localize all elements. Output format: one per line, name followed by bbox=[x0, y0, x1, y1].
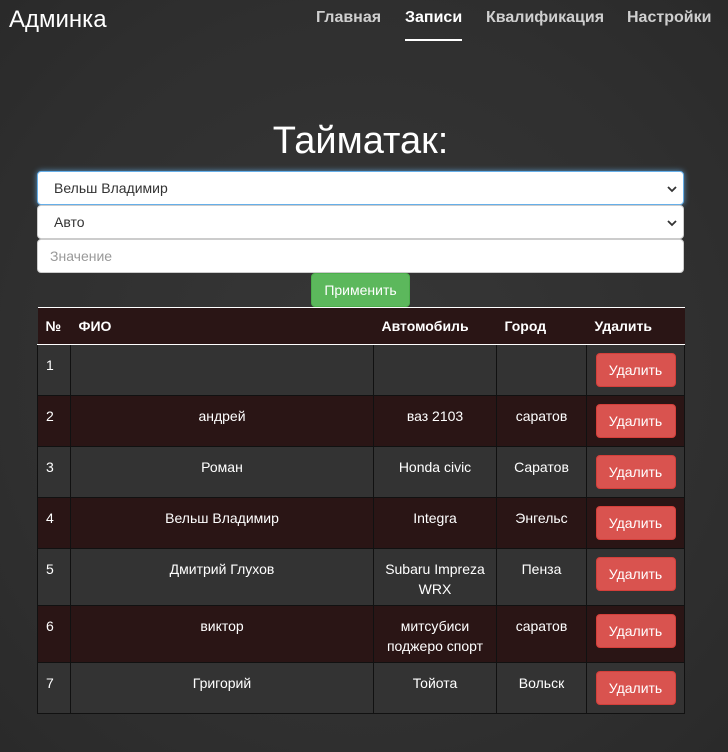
row-number: 1 bbox=[37, 344, 71, 396]
delete-button[interactable]: Удалить bbox=[595, 455, 676, 489]
row-city: Энгельс bbox=[496, 497, 587, 549]
value-input[interactable]: Значение bbox=[37, 239, 684, 273]
row-action-cell: Удалить bbox=[586, 446, 685, 498]
row-city bbox=[496, 344, 587, 396]
row-number: 3 bbox=[37, 446, 71, 498]
header-delete: Удалить bbox=[586, 307, 685, 345]
row-action-cell: Удалить bbox=[586, 605, 685, 663]
row-city: саратов bbox=[496, 605, 587, 663]
delete-button[interactable]: Удалить bbox=[595, 353, 676, 387]
chevron-down-icon bbox=[667, 220, 677, 227]
row-action-cell: Удалить bbox=[586, 662, 685, 714]
field-select[interactable]: Авто bbox=[37, 205, 684, 239]
nav-item-qualification[interactable]: Квалификация bbox=[486, 9, 604, 27]
row-action-cell: Удалить bbox=[586, 395, 685, 447]
apply-button[interactable]: Применить bbox=[311, 273, 410, 307]
row-action-cell: Удалить bbox=[586, 548, 685, 606]
delete-button[interactable]: Удалить bbox=[595, 557, 676, 591]
table-row: 2 андрей ваз 2103 саратов Удалить bbox=[37, 395, 685, 447]
pilot-select[interactable]: Вельш Владимир bbox=[37, 171, 684, 205]
row-city: саратов bbox=[496, 395, 587, 447]
row-name: виктор bbox=[70, 605, 374, 663]
row-city: Вольск bbox=[496, 662, 587, 714]
value-input-placeholder: Значение bbox=[50, 248, 113, 264]
delete-button[interactable]: Удалить bbox=[595, 671, 676, 705]
nav-item-settings[interactable]: Настройки bbox=[627, 9, 711, 27]
delete-button[interactable]: Удалить bbox=[595, 614, 676, 648]
row-car: Тойота bbox=[373, 662, 497, 714]
row-name bbox=[70, 344, 374, 396]
row-number: 5 bbox=[37, 548, 71, 606]
table-row: 7 Григорий Тойота Вольск Удалить bbox=[37, 662, 685, 714]
row-name: Григорий bbox=[70, 662, 374, 714]
header-name: ФИО bbox=[70, 307, 374, 345]
row-action-cell: Удалить bbox=[586, 344, 685, 396]
row-city: Саратов bbox=[496, 446, 587, 498]
row-action-cell: Удалить bbox=[586, 497, 685, 549]
row-city: Пенза bbox=[496, 548, 587, 606]
table-header-row: № ФИО Автомобиль Город Удалить bbox=[37, 307, 685, 345]
chevron-down-icon bbox=[667, 186, 677, 193]
row-car: Integra bbox=[373, 497, 497, 549]
delete-button[interactable]: Удалить bbox=[595, 506, 676, 540]
row-name: Роман bbox=[70, 446, 374, 498]
page-title: Тайматак: bbox=[272, 120, 449, 162]
row-number: 4 bbox=[37, 497, 71, 549]
row-car: митсубиси поджеро спорт bbox=[373, 605, 497, 663]
pilot-select-value: Вельш Владимир bbox=[54, 180, 168, 196]
row-number: 7 bbox=[37, 662, 71, 714]
row-name: Вельш Владимир bbox=[70, 497, 374, 549]
row-name: Дмитрий Глухов bbox=[70, 548, 374, 606]
header-number: № bbox=[37, 307, 71, 345]
row-car: ваз 2103 bbox=[373, 395, 497, 447]
row-car: Subaru Impreza WRX bbox=[373, 548, 497, 606]
table-row: 1 Удалить bbox=[37, 344, 685, 396]
row-name: андрей bbox=[70, 395, 374, 447]
table-row: 5 Дмитрий Глухов Subaru Impreza WRX Пенз… bbox=[37, 548, 685, 606]
records-table: № ФИО Автомобиль Город Удалить 1 Удалить… bbox=[37, 307, 685, 714]
nav-item-home[interactable]: Главная bbox=[316, 9, 381, 27]
header-city: Город bbox=[496, 307, 587, 345]
brand-title[interactable]: Админка bbox=[9, 6, 107, 34]
delete-button[interactable]: Удалить bbox=[595, 404, 676, 438]
field-select-value: Авто bbox=[54, 214, 85, 230]
table-row: 4 Вельш Владимир Integra Энгельс Удалить bbox=[37, 497, 685, 549]
nav-item-records[interactable]: Записи bbox=[405, 9, 463, 41]
row-number: 2 bbox=[37, 395, 71, 447]
table-row: 6 виктор митсубиси поджеро спорт саратов… bbox=[37, 605, 685, 663]
row-number: 6 bbox=[37, 605, 71, 663]
row-car bbox=[373, 344, 497, 396]
table-row: 3 Роман Honda civic Саратов Удалить bbox=[37, 446, 685, 498]
navbar: Админка Главная Записи Квалификация Наст… bbox=[0, 0, 728, 44]
row-car: Honda civic bbox=[373, 446, 497, 498]
header-car: Автомобиль bbox=[373, 307, 497, 345]
